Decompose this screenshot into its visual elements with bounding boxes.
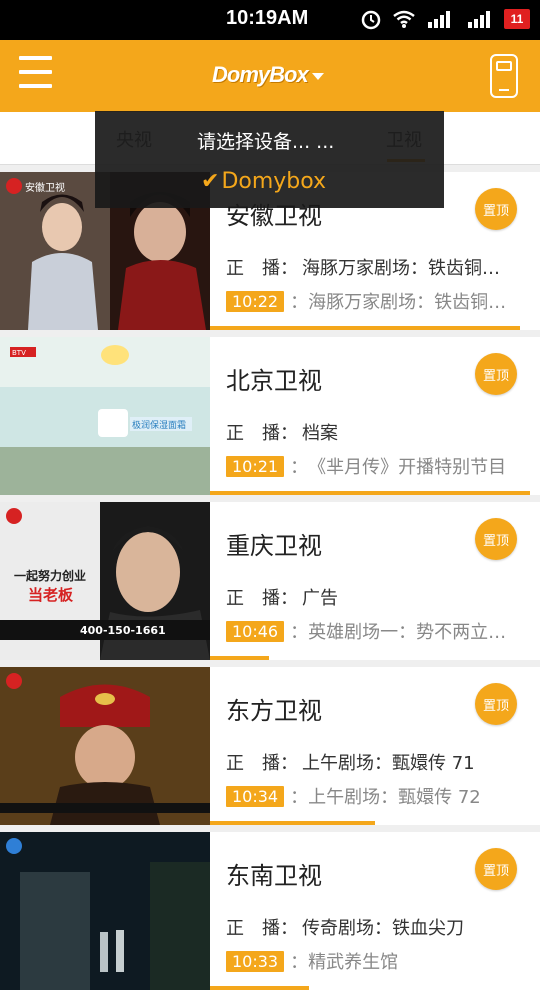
next-program: 10:21：《芈月传》开播特别节目 — [226, 453, 506, 479]
status-time: 10:19AM — [226, 7, 309, 29]
next-time-badge: 10:22 — [226, 290, 285, 312]
channel-card[interactable]: 东南卫视 置顶 正 播： 传奇剧场：铁血尖刀 10:33：精武养生馆 — [0, 832, 540, 990]
svg-text:400-150-1661: 400-150-1661 — [80, 624, 166, 637]
check-icon: ✔ — [201, 169, 220, 194]
next-program-title: 英雄剧场一：势不两立… — [308, 622, 507, 643]
playback-progress — [210, 491, 531, 495]
next-program: 10:46：英雄剧场一：势不两立… — [226, 618, 506, 644]
channel-name: 东南卫视 — [226, 862, 322, 890]
channel-thumbnail — [0, 832, 210, 990]
remote-device-button[interactable] — [490, 54, 518, 98]
now-playing-program: 传奇剧场：铁血尖刀 — [302, 918, 464, 939]
pin-to-top-button[interactable]: 置顶 — [475, 188, 517, 230]
caret-down-icon — [311, 72, 324, 80]
device-option-label: Domybox — [221, 169, 327, 194]
now-playing: 正 播： 传奇剧场：铁血尖刀 — [226, 914, 464, 940]
svg-text:极润保湿面霜: 极润保湿面霜 — [132, 419, 186, 431]
svg-text:当老板: 当老板 — [28, 586, 74, 604]
next-time-badge: 10:34 — [226, 785, 285, 807]
svg-text:BTV: BTV — [12, 349, 26, 357]
next-time-badge: 10:21 — [226, 455, 285, 477]
next-time-badge: 10:33 — [226, 950, 285, 972]
now-playing: 正 播： 档案 — [226, 419, 338, 445]
now-playing-label: 正 播： — [226, 753, 298, 774]
playback-progress — [210, 656, 270, 660]
svg-text:安徽卫视: 安徽卫视 — [25, 181, 65, 194]
now-playing-program: 广告 — [302, 588, 338, 609]
channel-thumbnail: 极润保湿面霜 BTV — [0, 337, 210, 495]
next-program-title: 《芈月传》开播特别节目 — [308, 457, 507, 478]
now-playing: 正 播： 上午剧场：甄嬛传 71 — [226, 749, 475, 775]
wifi-icon — [392, 9, 416, 29]
now-playing-program: 海豚万家剧场：铁齿铜… — [302, 258, 500, 279]
dropdown-title: 请选择设备... ... — [197, 131, 335, 153]
brand-dropdown[interactable]: DomyBox — [212, 62, 324, 88]
menu-button[interactable] — [19, 56, 52, 92]
app-bar: DomyBox — [0, 40, 540, 112]
menu-icon — [19, 56, 52, 60]
now-playing: 正 播： 海豚万家剧场：铁齿铜… — [226, 254, 500, 280]
pin-to-top-button[interactable]: 置顶 — [475, 518, 517, 560]
signal-2-icon — [466, 9, 494, 29]
now-playing-label: 正 播： — [226, 918, 298, 939]
playback-progress — [210, 326, 521, 330]
now-playing-program: 档案 — [302, 423, 338, 444]
channel-name: 东方卫视 — [226, 697, 322, 725]
now-playing-label: 正 播： — [226, 258, 298, 279]
channel-name: 重庆卫视 — [226, 532, 322, 560]
alarm-icon — [360, 8, 382, 30]
next-program: 10:34：上午剧场：甄嬛传 72 — [226, 783, 481, 809]
next-program-title: 上午剧场：甄嬛传 72 — [308, 787, 481, 808]
status-bar: 10:19AM 11 — [0, 0, 540, 40]
channel-name: 北京卫视 — [226, 367, 322, 395]
channel-thumbnail: 一起努力创业 当老板 400-150-1661 — [0, 502, 210, 660]
channel-card[interactable]: 极润保湿面霜 BTV 北京卫视 置顶 正 播： 档案 10:21：《芈月传》开播特… — [0, 337, 540, 495]
next-program-title: 精武养生馆 — [308, 952, 399, 973]
now-playing-label: 正 播： — [226, 423, 298, 444]
next-program-title: 海豚万家剧场：铁齿铜… — [308, 292, 507, 313]
svg-text:一起努力创业: 一起努力创业 — [14, 568, 86, 583]
next-time-badge: 10:46 — [226, 620, 285, 642]
next-program: 10:33：精武养生馆 — [226, 948, 398, 974]
playback-progress — [210, 821, 375, 825]
device-option-domybox[interactable]: ✔ Domybox — [201, 169, 326, 194]
device-dropdown: 请选择设备... ... ✔ Domybox — [95, 111, 444, 208]
battery-icon: 11 — [504, 9, 530, 29]
pin-to-top-button[interactable]: 置顶 — [475, 848, 517, 890]
now-playing-label: 正 播： — [226, 588, 298, 609]
pin-to-top-button[interactable]: 置顶 — [475, 683, 517, 725]
playback-progress — [210, 986, 309, 990]
status-icons: 11 — [360, 8, 530, 30]
now-playing: 正 播： 广告 — [226, 584, 338, 610]
next-program: 10:22：海豚万家剧场：铁齿铜… — [226, 288, 506, 314]
signal-1-icon — [426, 9, 456, 29]
channel-thumbnail — [0, 667, 210, 825]
brand-logo: DomyBox — [212, 62, 309, 87]
channel-card[interactable]: 东方卫视 置顶 正 播： 上午剧场：甄嬛传 71 10:34：上午剧场：甄嬛传 7… — [0, 667, 540, 825]
pin-to-top-button[interactable]: 置顶 — [475, 353, 517, 395]
channel-card[interactable]: 一起努力创业 当老板 400-150-1661 重庆卫视 置顶 正 播： 广告 1… — [0, 502, 540, 660]
now-playing-program: 上午剧场：甄嬛传 71 — [302, 753, 475, 774]
